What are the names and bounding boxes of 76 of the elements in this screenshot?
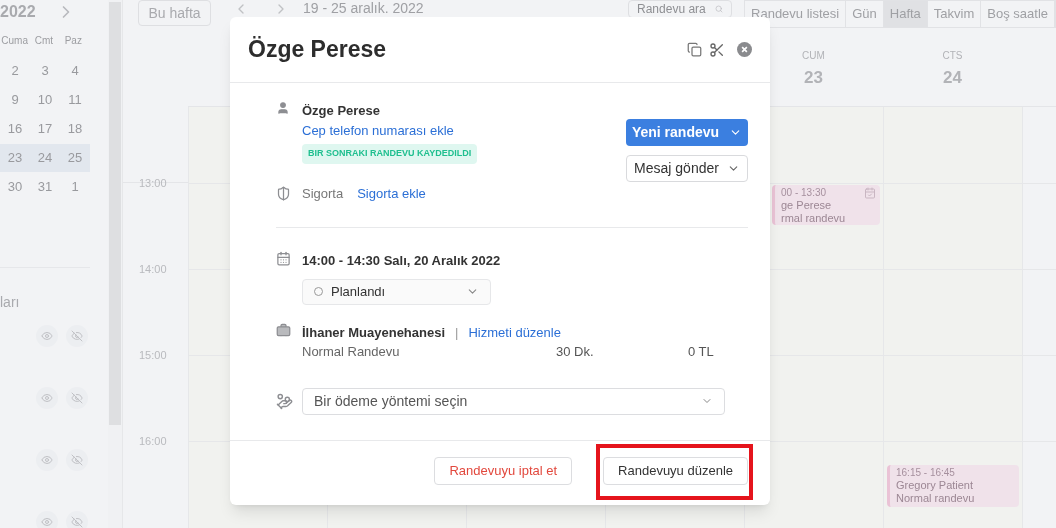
shield-icon	[276, 185, 291, 201]
view-tab[interactable]: Hafta	[883, 1, 928, 27]
eye-icon[interactable]	[41, 516, 53, 528]
calendar-day[interactable]: 30	[0, 173, 30, 201]
calendar-day[interactable]: 9	[0, 86, 30, 114]
payment-select[interactable]: Bir ödeme yöntemi seçin	[302, 387, 725, 415]
status-dropdown[interactable]: Planlandı	[302, 278, 491, 305]
date-range: 19 - 25 aralık. 2022	[303, 1, 424, 15]
eye-off-icon[interactable]	[71, 392, 83, 404]
payment-icon	[276, 392, 293, 410]
weekday-header: CUM	[802, 49, 825, 63]
calendar-day[interactable]: 4	[60, 57, 90, 85]
service-name: Normal Randevu	[302, 343, 401, 361]
appointment-card[interactable]: 00 - 13:30 ge Perese rmal randevu	[772, 185, 880, 225]
eye-off-icon[interactable]	[71, 516, 83, 528]
day-number: 24	[943, 67, 962, 89]
eye-icon[interactable]	[41, 392, 53, 404]
calendar-day[interactable]: 25	[60, 144, 90, 172]
appointment-card[interactable]: 16:15 - 16:45 Gregory Patient Normal randevu	[887, 465, 1019, 507]
location-name: İlhaner Muayenehanesi	[302, 323, 446, 342]
calendar-year: 2022	[0, 2, 36, 22]
section-title: ları	[0, 293, 21, 312]
hour-label: 14:00	[139, 262, 168, 277]
calendar-day[interactable]: 2	[0, 57, 30, 85]
send-message-button[interactable]: Mesaj gönder	[626, 155, 748, 182]
copy-icon[interactable]	[687, 42, 702, 57]
service-name: Normal randevu	[896, 492, 975, 505]
weekday-label: Cmt	[33, 34, 55, 48]
dialog-title: Özge Perese	[248, 35, 387, 65]
appointment-time: 16:15 - 16:45	[896, 466, 955, 479]
day-number: 23	[804, 67, 823, 89]
calendar-day[interactable]: 11	[60, 86, 90, 114]
service-duration: 30 Dk.	[556, 343, 595, 361]
calendar-icon	[276, 251, 291, 266]
weekday-label: Paz	[63, 34, 83, 48]
edit-appointment-button[interactable]: Randevuyu düzenle	[603, 457, 748, 485]
patient-name: Özge Perese	[302, 102, 382, 120]
patient-name: ge Perese	[781, 199, 832, 212]
add-insurance-link[interactable]: Sigorta ekle	[357, 183, 426, 203]
close-icon[interactable]	[737, 42, 752, 57]
scissors-icon[interactable]	[709, 41, 725, 58]
eye-off-icon[interactable]	[71, 330, 83, 342]
search-icon	[715, 3, 724, 15]
weekday-label: Cuma	[0, 34, 29, 48]
eye-icon[interactable]	[41, 454, 53, 466]
appointment-time: 00 - 13:30	[781, 186, 827, 199]
person-icon	[276, 101, 290, 115]
calendar-day[interactable]: 24	[30, 144, 60, 172]
calendar-day[interactable]: 31	[30, 173, 60, 201]
patient-name: Gregory Patient	[896, 479, 974, 492]
new-appointment-button[interactable]: Yeni randevu	[626, 119, 748, 146]
search-input[interactable]: Randevu ara	[637, 2, 712, 16]
this-week-button[interactable]: Bu hafta	[138, 0, 211, 26]
calendar-day[interactable]: 3	[30, 57, 60, 85]
weekday-header: CTS	[942, 49, 963, 63]
separator: |	[455, 323, 459, 342]
edit-service-link[interactable]: Hizmeti düzenle	[468, 322, 561, 342]
calendar-day[interactable]: 23	[0, 144, 30, 172]
calendar-day[interactable]: 1	[60, 173, 90, 201]
calendar-day[interactable]: 18	[60, 115, 90, 143]
insurance-label: Sigorta	[302, 184, 344, 203]
service-name: rmal randevu	[781, 212, 846, 225]
calendar-check-icon	[864, 187, 876, 199]
briefcase-icon	[276, 322, 291, 338]
cancel-appointment-button[interactable]: Randevuyu iptal et	[434, 457, 573, 485]
eye-icon[interactable]	[41, 330, 53, 342]
eye-off-icon[interactable]	[71, 454, 83, 466]
service-price: 0 TL	[688, 343, 714, 361]
calendar-day[interactable]: 16	[0, 115, 30, 143]
calendar-day[interactable]: 10	[30, 86, 60, 114]
status-value: Planlandı	[331, 282, 386, 301]
appointment-datetime: 14:00 - 14:30 Salı, 20 Aralık 2022	[302, 252, 501, 270]
calendar-day[interactable]: 17	[30, 115, 60, 143]
status-badge: BIR SONRAKI RANDEVU KAYDEDILDI	[302, 144, 478, 164]
add-phone-link[interactable]: Cep telefon numarası ekle	[302, 120, 478, 140]
payment-placeholder: Bir ödeme yöntemi seçin	[314, 391, 468, 411]
